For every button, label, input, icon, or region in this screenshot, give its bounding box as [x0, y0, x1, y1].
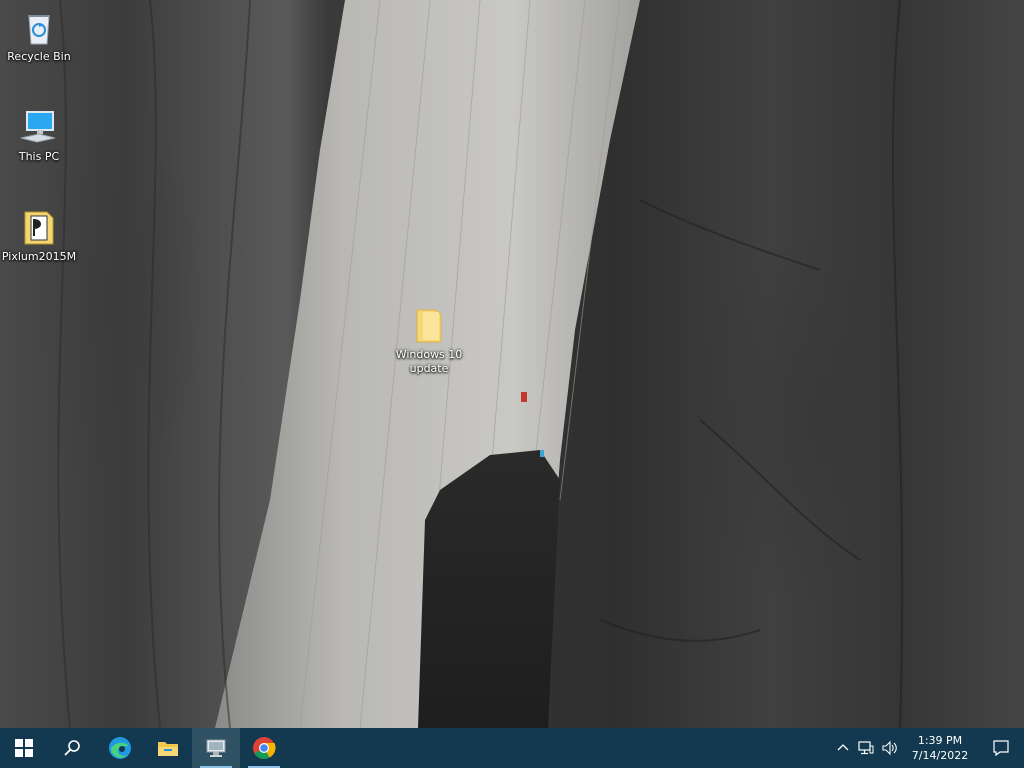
desktop-icon-pixlum2015m[interactable]: Pixlum2015M	[1, 208, 77, 264]
volume-icon	[882, 740, 897, 756]
start-button[interactable]	[0, 728, 48, 768]
taskbar-chrome-button[interactable]	[240, 728, 288, 768]
windows-logo-icon	[15, 739, 33, 757]
clock[interactable]: 1:39 PM 7/14/2022	[902, 728, 978, 768]
desktop-wallpaper	[0, 0, 1024, 728]
notification-icon	[993, 740, 1009, 757]
remote-desktop-icon	[206, 739, 226, 757]
desktop-icon-recycle-bin[interactable]: Recycle Bin	[1, 8, 77, 64]
action-center-button[interactable]	[978, 728, 1024, 768]
taskbar-remote-desktop-button[interactable]	[192, 728, 240, 768]
network-button[interactable]	[854, 728, 878, 768]
search-icon	[64, 740, 80, 756]
wallpaper-rock-art	[57, 0, 904, 728]
network-icon	[858, 741, 874, 755]
system-tray: 1:39 PM 7/14/2022	[832, 728, 1024, 768]
taskbar-edge-button[interactable]	[96, 728, 144, 768]
taskbar: 1:39 PM 7/14/2022	[0, 728, 1024, 768]
recycle-bin-icon	[28, 15, 50, 45]
chrome-icon	[253, 737, 276, 759]
folder-icon	[416, 309, 442, 343]
taskbar-file-explorer-button[interactable]	[144, 728, 192, 768]
chevron-up-icon	[837, 744, 849, 751]
desktop-icon-label: Windows 10 update	[395, 348, 463, 375]
search-button[interactable]	[48, 728, 96, 768]
desktop-icon-label: Pixlum2015M	[1, 250, 77, 263]
desktop-icon-label: This PC	[18, 150, 60, 163]
volume-button[interactable]	[878, 728, 902, 768]
show-hidden-icons-button[interactable]	[832, 728, 854, 768]
computer-icon	[20, 111, 56, 143]
edge-icon	[109, 737, 131, 759]
clock-time: 1:39 PM	[917, 734, 963, 747]
file-explorer-icon	[158, 742, 178, 756]
desktop-icon-this-pc[interactable]: This PC	[1, 108, 77, 164]
clock-date: 7/14/2022	[911, 749, 969, 762]
desktop-icon-windows-10-update[interactable]: Windows 10 update	[391, 306, 467, 376]
desktop-icon-label: Recycle Bin	[7, 50, 71, 63]
document-icon	[24, 211, 54, 245]
